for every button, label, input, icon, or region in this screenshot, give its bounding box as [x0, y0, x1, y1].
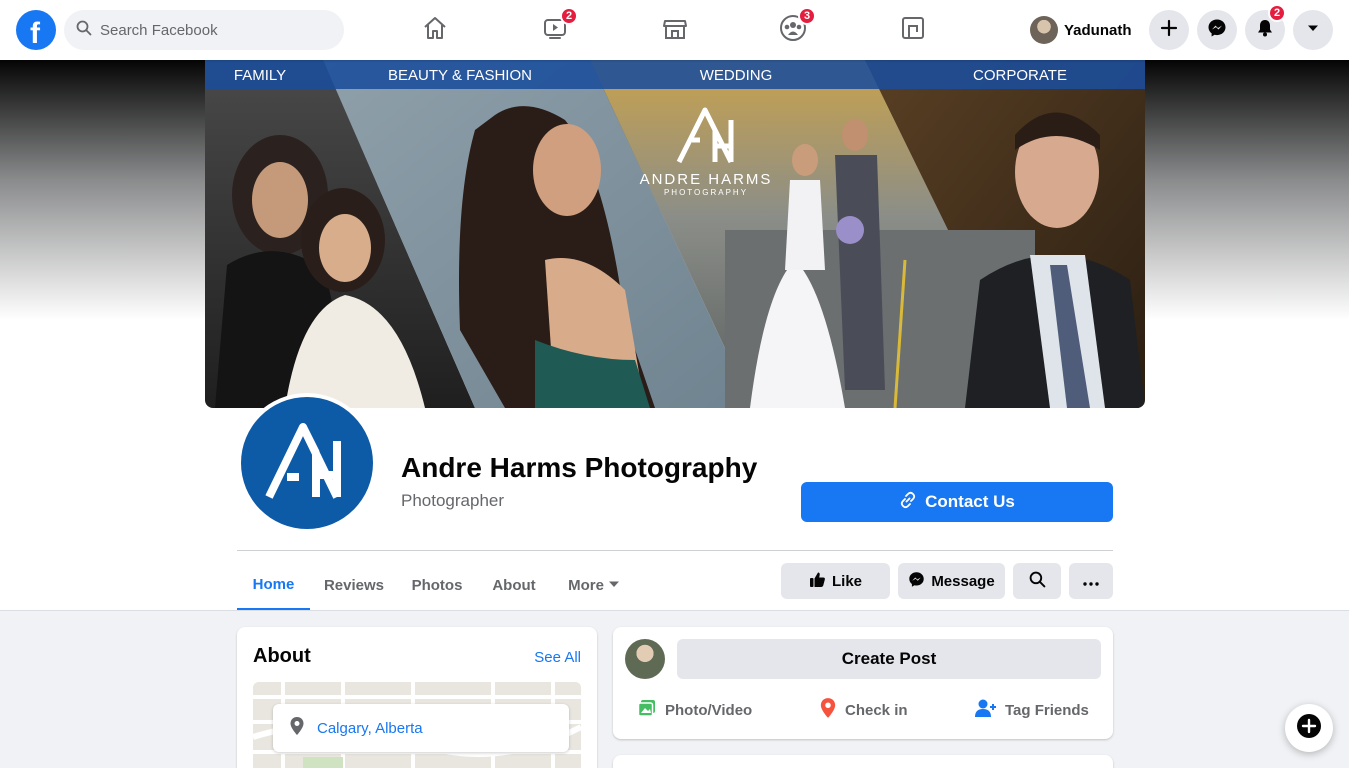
link-icon [899, 491, 917, 514]
new-message-button[interactable] [1285, 704, 1333, 752]
messenger-icon [908, 571, 925, 592]
create-button[interactable] [1149, 10, 1189, 50]
brand-name: ANDRE HARMS [640, 171, 773, 188]
photo-video-label: Photo/Video [665, 701, 753, 719]
svg-text:f: f [30, 17, 41, 50]
search-bar[interactable] [64, 10, 344, 50]
tab-more[interactable]: More [556, 560, 632, 611]
check-in-button[interactable]: Check in [819, 697, 908, 723]
marketplace-icon [662, 15, 688, 46]
page-category: Photographer [401, 491, 505, 510]
cover-category-wedding: WEDDING [700, 67, 773, 84]
nav-groups-tab[interactable]: 3 [737, 0, 849, 60]
messenger-button[interactable] [1197, 10, 1237, 50]
tab-label: More [568, 577, 604, 594]
account-menu-button[interactable] [1293, 10, 1333, 50]
tab-label: About [492, 577, 536, 594]
about-title: About [253, 645, 311, 667]
location-pin-icon [289, 716, 305, 740]
nav-gaming-tab[interactable] [857, 0, 969, 60]
notifications-badge: 2 [1268, 4, 1286, 22]
photo-video-button[interactable]: Photo/Video [637, 697, 752, 723]
search-page-button[interactable] [1013, 563, 1061, 599]
photo-icon [637, 698, 657, 722]
tab-photos[interactable]: Photos [400, 560, 474, 611]
groups-badge: 3 [798, 7, 816, 25]
contact-us-label: Contact Us [925, 492, 1015, 511]
search-icon [76, 20, 92, 41]
tag-friends-icon [975, 698, 997, 722]
header-divider [237, 550, 1113, 551]
avatar [1030, 16, 1058, 44]
page-profile-picture[interactable] [237, 393, 377, 533]
page-title: Andre Harms Photography [401, 452, 758, 483]
gaming-icon [900, 15, 926, 46]
avatar[interactable] [625, 639, 665, 679]
tag-friends-label: Tag Friends [1005, 701, 1089, 719]
see-all-link[interactable]: See All [534, 649, 581, 666]
like-button[interactable]: Like [781, 563, 890, 599]
location-map[interactable]: Calgary, Alberta [253, 682, 581, 768]
facebook-logo-icon[interactable]: f [16, 10, 56, 50]
tab-label: Reviews [323, 577, 385, 594]
tag-friends-button[interactable]: Tag Friends [975, 697, 1089, 723]
plus-icon [1160, 19, 1178, 42]
cover-photo[interactable]: FAMILY BEAUTY & FASHION WEDDING CORPORAT… [205, 60, 1145, 408]
tab-label: Photos [411, 577, 463, 594]
bell-icon [1255, 18, 1275, 43]
watch-badge: 2 [560, 7, 578, 25]
tab-about[interactable]: About [480, 560, 548, 611]
feed-post-card [613, 755, 1113, 768]
thumbs-up-icon [809, 571, 826, 592]
caret-down-icon [1306, 21, 1320, 40]
tab-label: Home [252, 575, 295, 593]
messenger-icon [1207, 18, 1227, 43]
search-icon [1029, 571, 1046, 592]
create-post-button[interactable]: Create Post [677, 639, 1101, 679]
location-text: Calgary, Alberta [317, 719, 423, 737]
message-button[interactable]: Message [898, 563, 1005, 599]
notifications-button[interactable]: 2 [1245, 4, 1286, 50]
location-label[interactable]: Calgary, Alberta [273, 704, 569, 752]
header-bottom-border [0, 610, 1349, 611]
profile-chip[interactable]: Yadunath [1026, 12, 1136, 48]
profile-name: Yadunath [1064, 21, 1132, 39]
location-pin-icon [819, 697, 837, 723]
compose-plus-icon [1296, 713, 1322, 744]
ellipsis-icon [1083, 573, 1099, 590]
home-icon [422, 15, 448, 46]
cover-category-beauty: BEAUTY & FASHION [388, 67, 532, 84]
contact-us-button[interactable]: Contact Us [801, 482, 1113, 522]
top-navigation-bar: f 2 3 Yadunath [0, 0, 1349, 60]
tab-reviews[interactable]: Reviews [314, 560, 394, 611]
brand-subtitle: PHOTOGRAPHY [664, 188, 748, 197]
nav-watch-tab[interactable]: 2 [499, 0, 611, 60]
create-post-card: Create Post Photo/Video Check in Tag Fri… [613, 627, 1113, 739]
nav-marketplace-tab[interactable] [619, 0, 731, 60]
caret-down-icon [608, 577, 620, 594]
about-card: About See All Calgary, Alberta [237, 627, 597, 768]
like-label: Like [831, 572, 862, 590]
nav-home-tab[interactable] [379, 0, 491, 60]
cover-category-corporate: CORPORATE [973, 67, 1067, 84]
more-options-button[interactable] [1069, 563, 1113, 599]
brand-logo-icon [259, 413, 355, 514]
message-label: Message [931, 572, 995, 590]
search-input[interactable] [100, 21, 320, 39]
check-in-label: Check in [845, 701, 908, 719]
cover-category-family: FAMILY [234, 67, 286, 84]
tab-home[interactable]: Home [237, 560, 310, 611]
